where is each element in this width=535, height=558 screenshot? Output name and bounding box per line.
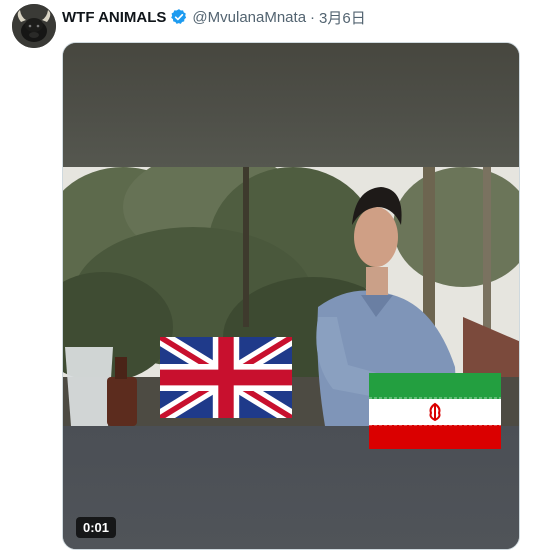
display-name[interactable]: WTF ANIMALS [62, 9, 166, 26]
letterbox-top [63, 43, 519, 167]
tweet-date[interactable]: 3月6日 [319, 7, 366, 28]
handle[interactable]: @MvulanaMnata [192, 9, 306, 26]
verified-badge-icon [170, 8, 188, 26]
tweet-header: WTF ANIMALS @MvulanaMnata · 3月6日 [62, 6, 525, 28]
tweet[interactable]: WTF ANIMALS @MvulanaMnata · 3月6日 0:01 [0, 0, 535, 558]
bull-avatar-icon [12, 4, 56, 48]
avatar[interactable] [12, 4, 56, 48]
video-player[interactable]: 0:01 [62, 42, 520, 550]
iran-flag [369, 373, 501, 449]
uk-flag [156, 330, 296, 425]
video-timestamp: 0:01 [76, 517, 117, 538]
separator: · [310, 8, 316, 26]
